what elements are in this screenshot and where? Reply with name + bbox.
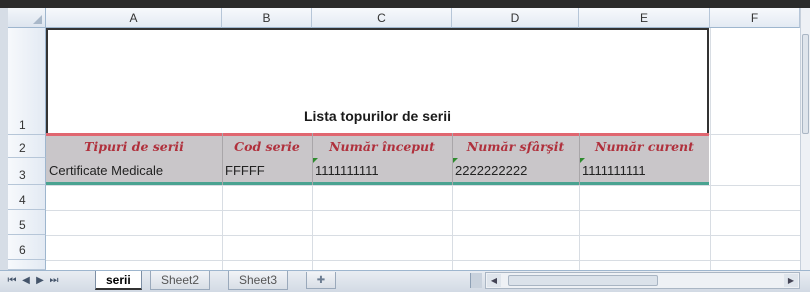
row-header-6[interactable]: 6	[8, 235, 46, 260]
insert-sheet-icon[interactable]: ✚	[306, 272, 336, 289]
row-header-5[interactable]: 5	[8, 210, 46, 235]
horizontal-scrollbar[interactable]: ◀ ▶	[485, 272, 800, 289]
vertical-scrollbar[interactable]	[800, 8, 810, 270]
column-header-a[interactable]: A	[46, 8, 222, 28]
vertical-scroll-thumb[interactable]	[802, 34, 809, 134]
next-sheet-icon[interactable]: ▶	[34, 274, 46, 288]
cell-divider	[579, 133, 580, 185]
header-cell-cod[interactable]: Cod serie	[222, 136, 312, 157]
data-cell-curent[interactable]: 1111111111	[579, 160, 709, 182]
cell-divider	[452, 133, 453, 185]
data-cell-sfarsit[interactable]: 2222222222	[452, 160, 578, 182]
row-header-7[interactable]	[8, 260, 46, 270]
row-header-2[interactable]: 2	[8, 135, 46, 158]
column-header-f[interactable]: F	[710, 8, 800, 28]
error-indicator-icon[interactable]	[313, 158, 318, 163]
column-header-b[interactable]: B	[222, 8, 312, 28]
spreadsheet-grid: A B C D E F 1 2 3 4 5 6 Lista topurilor …	[0, 0, 810, 270]
first-sheet-icon[interactable]: ⏮	[6, 274, 18, 288]
sheet-title: Lista topurilor de serii	[303, 108, 452, 124]
error-indicator-icon[interactable]	[453, 158, 458, 163]
data-cell-inceput[interactable]: 1111111111	[312, 160, 451, 182]
select-all-corner[interactable]	[8, 8, 46, 28]
column-header-d[interactable]: D	[452, 8, 579, 28]
row-header-1[interactable]: 1	[8, 28, 46, 135]
column-header-e[interactable]: E	[579, 8, 710, 28]
cell-divider	[312, 133, 313, 185]
header-cell-sfarsit[interactable]: Număr sfârşit	[452, 136, 579, 157]
tab-serii[interactable]: serii	[95, 271, 142, 290]
gridline	[46, 235, 800, 236]
window-top-edge	[0, 0, 810, 8]
tab-sheet2[interactable]: Sheet2	[150, 271, 211, 290]
gridline	[710, 28, 711, 270]
horizontal-scroll-thumb[interactable]	[508, 275, 658, 286]
header-cell-tipuri[interactable]: Tipuri de serii	[46, 136, 222, 157]
header-cell-inceput[interactable]: Număr început	[312, 136, 452, 157]
scroll-right-icon[interactable]: ▶	[784, 274, 798, 287]
cell-divider	[222, 133, 223, 185]
row-header-4[interactable]: 4	[8, 185, 46, 210]
gridline	[46, 185, 800, 186]
gridline	[46, 260, 800, 261]
left-edge	[0, 8, 8, 270]
column-header-c[interactable]: C	[312, 8, 452, 28]
row-header-3[interactable]: 3	[8, 158, 46, 185]
gridline	[46, 210, 800, 211]
tab-split-handle[interactable]	[470, 273, 482, 288]
error-indicator-icon[interactable]	[580, 158, 585, 163]
scroll-left-icon[interactable]: ◀	[487, 274, 501, 287]
data-cell-cod[interactable]: FFFFF	[222, 160, 311, 182]
header-cell-curent[interactable]: Număr curent	[579, 136, 710, 157]
prev-sheet-icon[interactable]: ◀	[20, 274, 32, 288]
data-cell-tip[interactable]: Certificate Medicale	[46, 160, 221, 182]
tab-sheet3[interactable]: Sheet3	[228, 271, 289, 290]
last-sheet-icon[interactable]: ⏭	[48, 274, 60, 288]
